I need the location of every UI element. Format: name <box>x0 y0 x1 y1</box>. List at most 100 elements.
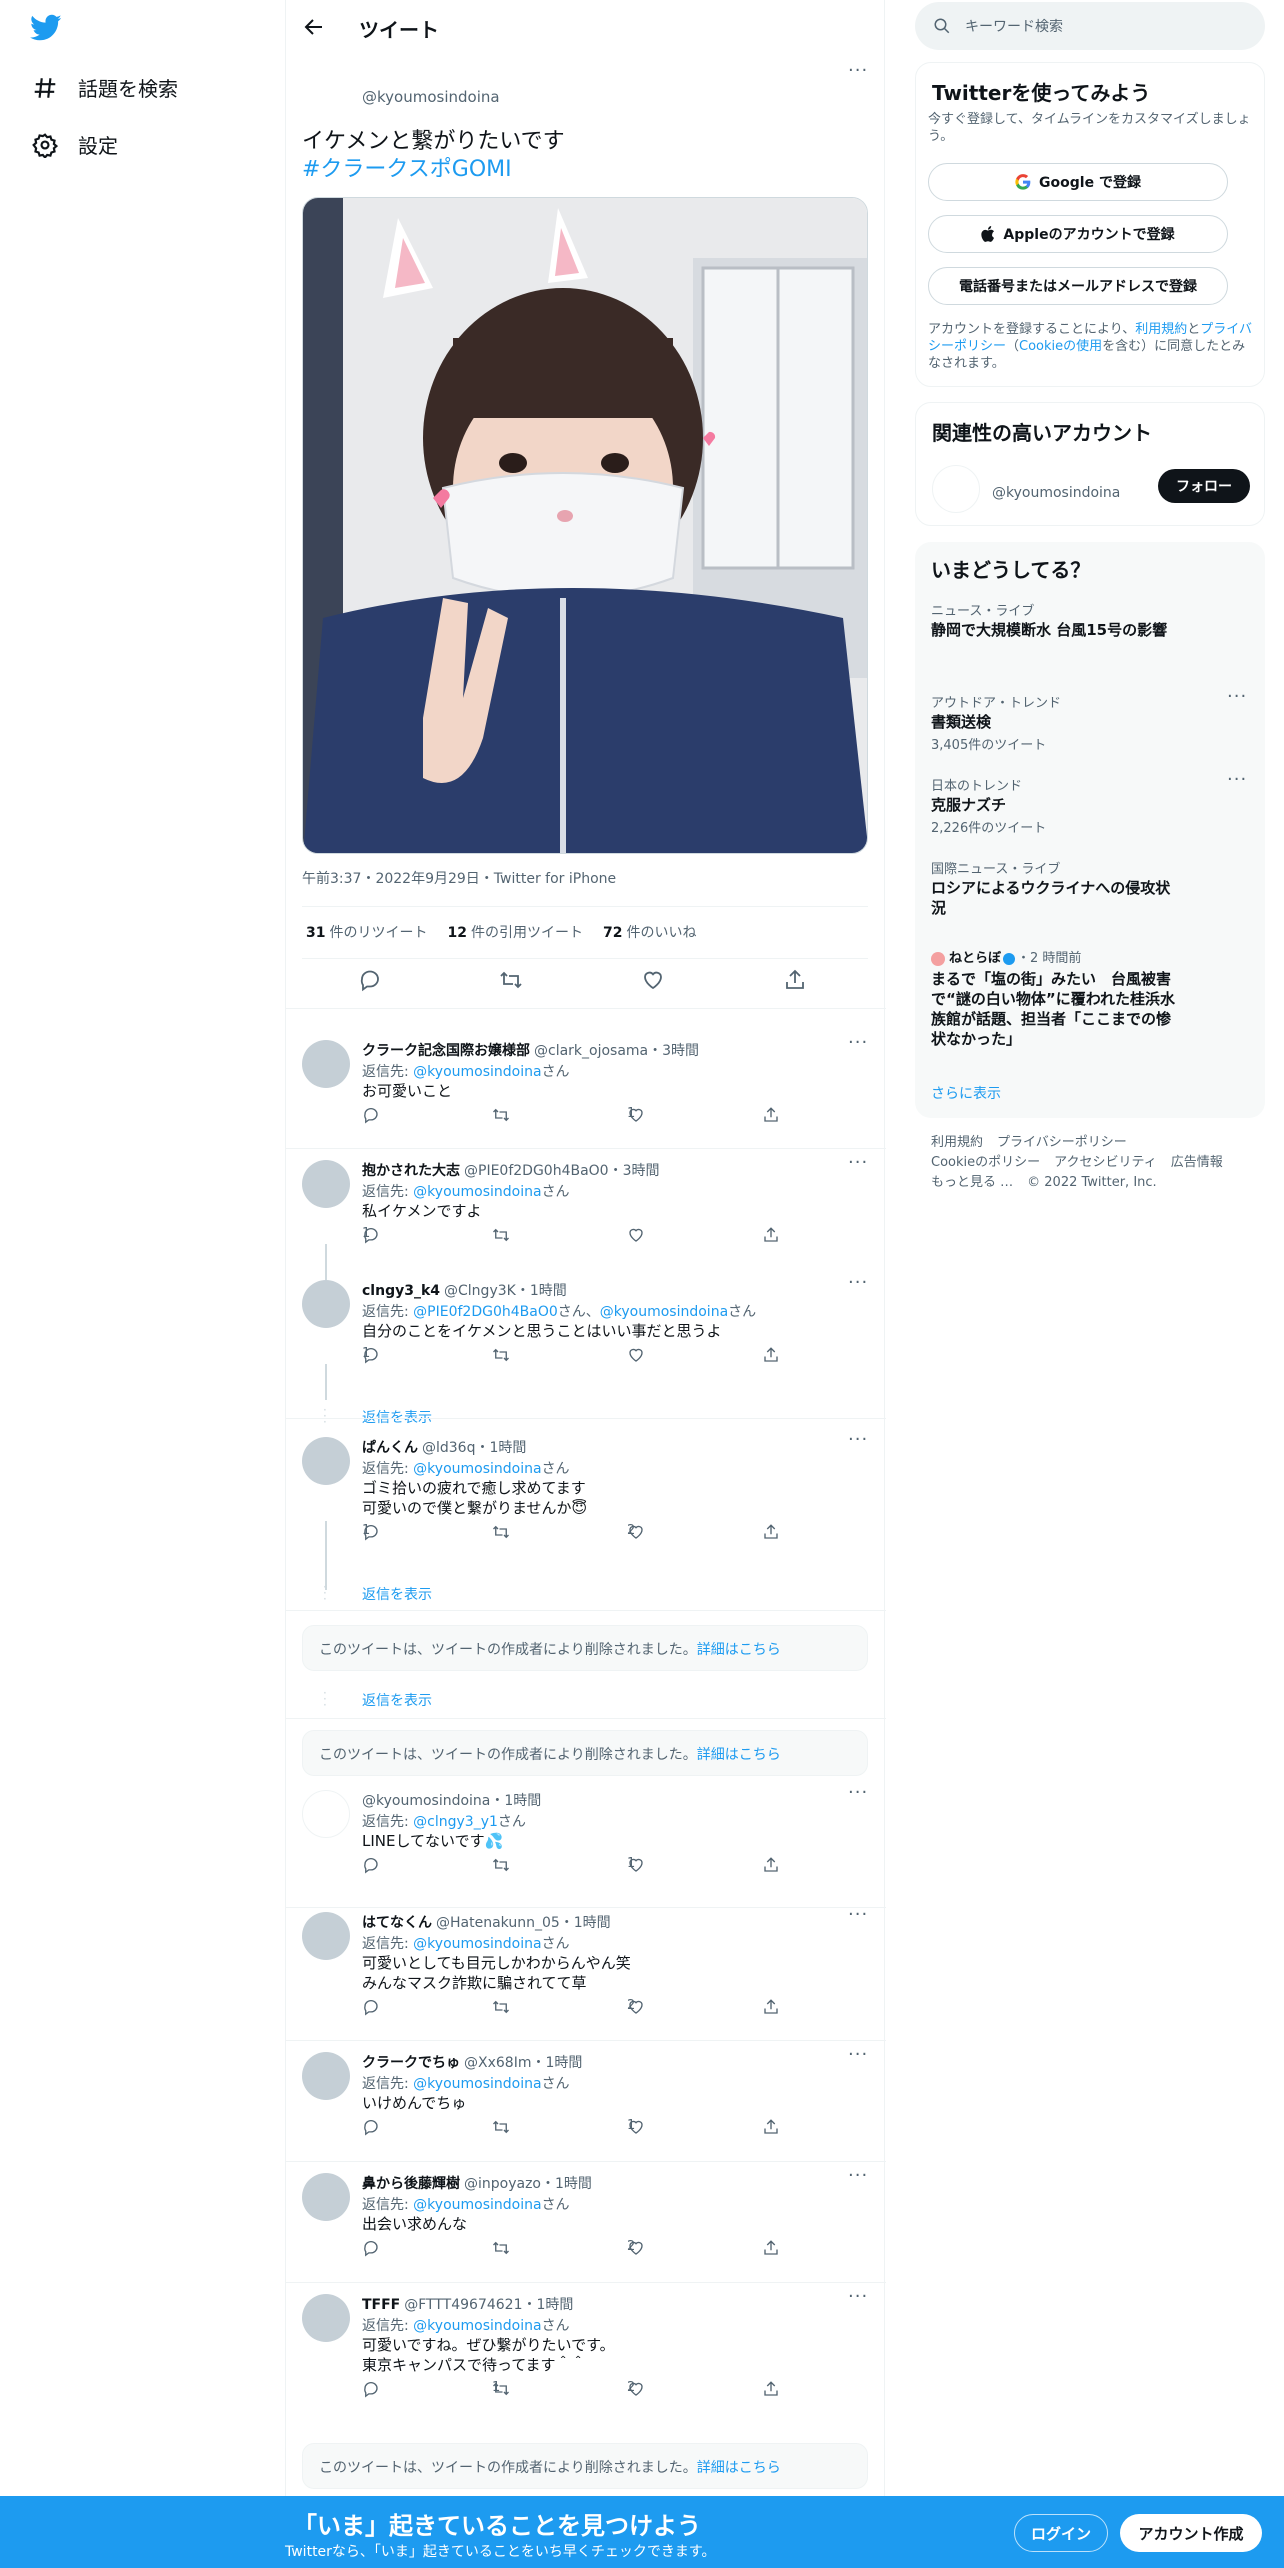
avatar[interactable] <box>302 2052 350 2100</box>
trend-more-icon[interactable]: ··· <box>1227 771 1247 795</box>
twitter-logo-icon[interactable] <box>30 14 62 46</box>
share-icon[interactable] <box>762 2239 780 2257</box>
share-icon[interactable] <box>762 1346 780 1364</box>
reply-icon[interactable] <box>362 2118 380 2136</box>
reply-meta[interactable]: @Xx68Im・1時間 <box>464 2055 582 2071</box>
reply-icon[interactable] <box>362 1856 380 1874</box>
like-count[interactable]: 72 件のいいね <box>603 922 696 942</box>
reply-more-icon[interactable]: ··· <box>848 1906 868 1930</box>
show-replies-link[interactable]: 返信を表示 <box>362 1584 432 1604</box>
reply-more-icon[interactable]: ··· <box>848 1784 868 1808</box>
reply-more-icon[interactable]: ··· <box>848 2046 868 2070</box>
reply-to-link[interactable]: @clngy3_y1 <box>413 1814 498 1830</box>
retweet-icon[interactable] <box>492 1346 510 1364</box>
reply-to-link[interactable]: @kyoumosindoina <box>413 1461 541 1477</box>
reply-author-name[interactable]: clngy3_k4 <box>362 1283 440 1299</box>
retweet-icon[interactable] <box>492 1106 510 1124</box>
reply-to-link[interactable]: @kyoumosindoina <box>413 2318 541 2334</box>
reply-meta[interactable]: @FTTT49674621・1時間 <box>404 2297 573 2313</box>
retweet-icon[interactable] <box>492 2118 510 2136</box>
tweet-more-icon[interactable]: ··· <box>848 62 868 86</box>
reply-more-icon[interactable]: ··· <box>848 1034 868 1058</box>
footer-cookie[interactable]: Cookieのポリシー <box>931 1155 1040 1170</box>
footer-terms[interactable]: 利用規約 <box>931 1135 983 1150</box>
reply-author-name[interactable]: クラーク記念国際お嬢様部 <box>362 1043 530 1059</box>
reply-icon[interactable] <box>362 1998 380 2016</box>
reply-more-icon[interactable]: ··· <box>848 2167 868 2191</box>
reply-meta[interactable]: @kyoumosindoina・1時間 <box>362 1793 541 1809</box>
signup-button[interactable]: アカウント作成 <box>1120 2514 1262 2552</box>
share-icon[interactable] <box>762 2118 780 2136</box>
share-icon[interactable] <box>762 1523 780 1541</box>
show-replies-link[interactable]: 返信を表示 <box>362 1407 432 1427</box>
avatar[interactable] <box>302 1160 350 1208</box>
reply-meta[interactable]: @clark_ojosama・3時間 <box>534 1043 699 1059</box>
retweet-icon[interactable] <box>492 1226 510 1244</box>
avatar[interactable] <box>302 1280 350 1328</box>
details-link[interactable]: 詳細はこちら <box>697 1642 781 1658</box>
footer-more[interactable]: もっと見る … <box>931 1175 1013 1190</box>
reply-to-link[interactable]: @kyoumosindoina <box>413 1936 541 1952</box>
reply-author-name[interactable]: TFFF <box>362 2297 400 2313</box>
reply-more-icon[interactable]: ··· <box>848 1274 868 1298</box>
share-icon[interactable] <box>762 1998 780 2016</box>
retweet-icon[interactable] <box>492 1998 510 2016</box>
avatar[interactable] <box>302 2173 350 2221</box>
retweet-icon[interactable] <box>492 1523 510 1541</box>
reply-to-link[interactable]: @kyoumosindoina <box>600 1304 728 1320</box>
avatar[interactable] <box>302 1912 350 1960</box>
nav-explore[interactable]: 話題を検索 <box>32 73 178 102</box>
reply-icon[interactable] <box>362 1106 380 1124</box>
reply-more-icon[interactable]: ··· <box>848 2288 868 2312</box>
footer-ads[interactable]: 広告情報 <box>1171 1155 1223 1170</box>
reply-meta[interactable]: @ld36q・1時間 <box>422 1440 526 1456</box>
reply-to-link[interactable]: @kyoumosindoina <box>413 2197 541 2213</box>
reply-meta[interactable]: @Clngy3K・1時間 <box>444 1283 567 1299</box>
like-icon[interactable] <box>641 968 665 996</box>
retweet-icon[interactable] <box>492 1856 510 1874</box>
share-icon[interactable] <box>762 2380 780 2398</box>
google-signup-button[interactable]: Google で登録 <box>928 163 1228 201</box>
terms-link[interactable]: 利用規約 <box>1135 322 1187 337</box>
share-icon[interactable] <box>762 1226 780 1244</box>
reply-to-link[interactable]: @kyoumosindoina <box>413 1064 541 1080</box>
reply-icon[interactable] <box>358 968 382 996</box>
search-input[interactable]: キーワード検索 <box>915 2 1265 50</box>
tweet-author-handle[interactable]: @kyoumosindoina <box>362 88 500 106</box>
phone-signup-button[interactable]: 電話番号またはメールアドレスで登録 <box>928 267 1228 305</box>
avatar[interactable] <box>932 465 980 513</box>
reply-author-name[interactable]: クラークでちゅ <box>362 2055 460 2071</box>
back-arrow-icon[interactable] <box>302 15 326 43</box>
like-icon[interactable] <box>627 1346 645 1364</box>
footer-privacy[interactable]: プライバシーポリシー <box>997 1135 1127 1150</box>
tweet-photo[interactable] <box>302 197 868 854</box>
reply-author-name[interactable]: 鼻から後藤輝樹 <box>362 2176 460 2192</box>
apple-signup-button[interactable]: Appleのアカウントで登録 <box>928 215 1228 253</box>
reply-to-link[interactable]: @kyoumosindoina <box>413 2076 541 2092</box>
reply-meta[interactable]: @Hatenakunn_05・1時間 <box>436 1915 611 1931</box>
trend-more-icon[interactable]: ··· <box>1227 688 1247 712</box>
retweet-icon[interactable] <box>492 2239 510 2257</box>
tweet-hashtag-link[interactable]: #クラークスポGOMI <box>302 156 565 184</box>
reply-more-icon[interactable]: ··· <box>848 1154 868 1178</box>
retweet-count[interactable]: 31 件のリツイート <box>306 922 427 942</box>
share-icon[interactable] <box>783 968 807 996</box>
reply-author-name[interactable]: はてなくん <box>362 1915 432 1931</box>
details-link[interactable]: 詳細はこちら <box>697 1747 781 1763</box>
cookie-link[interactable]: Cookieの使用 <box>1019 339 1102 354</box>
login-button[interactable]: ログイン <box>1014 2514 1108 2552</box>
share-icon[interactable] <box>762 1856 780 1874</box>
details-link[interactable]: 詳細はこちら <box>697 2460 781 2476</box>
avatar[interactable] <box>302 1040 350 1088</box>
reply-author-name[interactable]: 抱かされた大志 <box>362 1163 460 1179</box>
reply-icon[interactable] <box>362 2239 380 2257</box>
avatar[interactable] <box>302 1437 350 1485</box>
like-icon[interactable] <box>627 1226 645 1244</box>
relevant-handle[interactable]: @kyoumosindoina <box>992 485 1120 501</box>
reply-to-link[interactable]: @kyoumosindoina <box>413 1184 541 1200</box>
show-replies-link[interactable]: 返信を表示 <box>362 1690 432 1710</box>
nav-settings[interactable]: 設定 <box>32 130 118 159</box>
share-icon[interactable] <box>762 1106 780 1124</box>
reply-meta[interactable]: @PIE0f2DG0h4BaO0・3時間 <box>464 1163 660 1179</box>
avatar[interactable] <box>302 2294 350 2342</box>
